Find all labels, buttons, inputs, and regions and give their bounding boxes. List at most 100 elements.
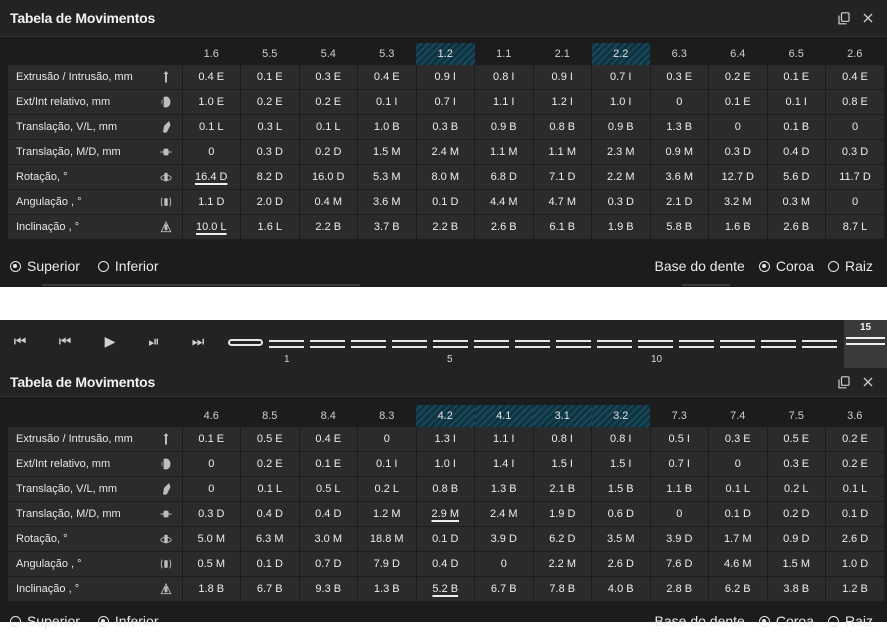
tooth-column-header[interactable]: 1.1: [475, 43, 534, 65]
radio-indicator[interactable]: [827, 615, 839, 627]
movement-value: 1.0 D: [825, 551, 884, 577]
radio-indicator[interactable]: [10, 615, 21, 627]
movement-value-text: 4.0 B: [607, 583, 634, 595]
movement-value-text: 1.2 B: [842, 583, 868, 595]
close-icon[interactable]: [861, 11, 875, 25]
movement-value-text: 5.6 D: [783, 171, 810, 183]
movement-row: Rotação, ° 5.0 M 6.3 M 3.0 M 18.8 M 0.1 D 3.9 …: [8, 526, 884, 552]
rotation-icon: [150, 526, 182, 552]
tooth-column-header[interactable]: 3.2: [591, 405, 650, 427]
tooth-column-header[interactable]: 3.1: [533, 405, 592, 427]
skip-to-end-icon[interactable]: ⏭: [188, 333, 208, 350]
movement-value: 3.9 D: [474, 526, 533, 552]
movement-value: 0.2 D: [298, 139, 358, 165]
tooth-column-header[interactable]: 4.2: [416, 405, 475, 427]
movement-value: 11.7 D: [825, 164, 884, 190]
tooth-column-header[interactable]: 8.4: [299, 405, 358, 427]
tooth-column-header[interactable]: 4.1: [474, 405, 533, 427]
movement-value: 0.7 I: [591, 65, 650, 90]
translation-md-icon: [150, 139, 182, 165]
movement-value: 0: [825, 189, 884, 215]
tooth-column-header[interactable]: 2.2: [591, 43, 650, 65]
radio-indicator[interactable]: [758, 260, 770, 272]
movement-value-text: 12.7 D: [721, 171, 754, 183]
movement-value: 1.3 B: [649, 114, 709, 140]
current-stage[interactable]: 15: [844, 320, 887, 368]
movement-value-text: 0.1 L: [725, 483, 750, 495]
movement-value: 0.2 E: [298, 89, 358, 115]
base-radio-raiz[interactable]: Raiz: [827, 258, 873, 274]
close-icon[interactable]: [861, 375, 875, 389]
copy-icon[interactable]: [837, 11, 851, 25]
tooth-header-row: 4.6 8.5 8.4 8.3 4.2 4.1 3.1 3.2 7.3 7.4 7.5 3.6: [8, 405, 884, 427]
movement-value: 0: [825, 114, 884, 140]
movement-label: Translação, V/L, mm: [8, 114, 150, 140]
radio-indicator[interactable]: [758, 615, 770, 627]
tooth-column-header[interactable]: 6.4: [709, 43, 768, 65]
arch-radio-inferior[interactable]: Inferior: [97, 258, 159, 274]
movement-value: 0.3 D: [240, 139, 299, 165]
timeline-step[interactable]: [679, 340, 714, 348]
tooth-column-header[interactable]: 6.5: [767, 43, 826, 65]
timeline-step[interactable]: [228, 339, 263, 346]
tooth-column-header[interactable]: 2.6: [826, 43, 885, 65]
copy-icon[interactable]: [837, 375, 851, 389]
stage-timeline: ⏮ ⏮ ▶ ⏯ ⏭ 1 5 10: [0, 320, 887, 369]
tooth-column-header[interactable]: 5.3: [358, 43, 417, 65]
timeline-step[interactable]: [392, 340, 427, 348]
tooth-column-header[interactable]: 8.3: [358, 405, 417, 427]
translation-vl-icon: [150, 114, 182, 140]
movement-value: 2.9 M: [415, 501, 475, 527]
timeline-step[interactable]: [433, 340, 468, 348]
movement-row: Inclinação , ° 1.8 B 6.7 B 9.3 B 1.3 B 5.2 B 6…: [8, 576, 884, 602]
tooth-column-header[interactable]: 4.6: [182, 405, 241, 427]
timeline-step[interactable]: [269, 340, 304, 348]
timeline-step[interactable]: [556, 340, 591, 348]
tooth-column-header[interactable]: 3.6: [826, 405, 885, 427]
arch-radio-superior[interactable]: Superior: [10, 258, 80, 274]
movement-value-text: 0.1 I: [376, 96, 398, 108]
arch-radio-inferior[interactable]: Inferior: [97, 613, 159, 629]
movement-value-text: 0.1 L: [316, 121, 341, 133]
tooth-column-header[interactable]: 1.2: [416, 43, 475, 65]
movement-value: 0.3 E: [766, 451, 826, 477]
skip-to-start-icon[interactable]: ⏮: [10, 333, 30, 350]
tooth-column-header[interactable]: 5.5: [241, 43, 300, 65]
tooth-column-header[interactable]: 6.3: [650, 43, 709, 65]
arch-radio-superior[interactable]: Superior: [10, 613, 80, 629]
tooth-column-header[interactable]: 7.3: [650, 405, 709, 427]
timeline-step[interactable]: [761, 340, 796, 348]
timeline-step[interactable]: [474, 340, 509, 348]
radio-label: Inferior: [114, 258, 159, 274]
timeline-step[interactable]: [638, 340, 673, 348]
tooth-column-header[interactable]: 5.4: [299, 43, 358, 65]
play-pause-icon[interactable]: ⏯: [144, 333, 164, 350]
tooth-column-header[interactable]: 7.4: [709, 405, 768, 427]
timeline-step[interactable]: [802, 340, 837, 348]
timeline-step[interactable]: [310, 340, 345, 348]
play-icon[interactable]: ▶: [100, 333, 120, 350]
movement-value-text: 1.1 B: [666, 483, 693, 495]
tooth-column-header[interactable]: 2.1: [533, 43, 592, 65]
movement-value: 0.4 E: [298, 427, 358, 452]
tooth-column-header[interactable]: 7.5: [767, 405, 826, 427]
timeline-step[interactable]: [720, 340, 755, 348]
movement-value-text: 0.5 L: [316, 483, 341, 495]
tooth-column-header[interactable]: 1.6: [182, 43, 241, 65]
radio-indicator[interactable]: [97, 260, 109, 272]
radio-indicator[interactable]: [10, 260, 21, 272]
movement-value-text: 6.2 D: [549, 533, 576, 545]
movement-value: 1.6 B: [708, 214, 767, 240]
radio-indicator[interactable]: [827, 260, 839, 272]
tooth-column-header[interactable]: 8.5: [241, 405, 300, 427]
movement-value-text: 6.8 D: [490, 171, 517, 183]
base-radio-coroa[interactable]: Coroa: [758, 613, 814, 629]
step-back-icon[interactable]: ⏮: [55, 333, 75, 350]
base-radio-coroa[interactable]: Coroa: [758, 258, 814, 274]
timeline-step[interactable]: [597, 340, 632, 348]
base-radio-raiz[interactable]: Raiz: [827, 613, 873, 629]
radio-indicator[interactable]: [97, 615, 109, 627]
timeline-step[interactable]: [351, 340, 386, 348]
movement-row: Translação, M/D, mm 0.3 D 0.4 D 0.4 D 1.2 M 2…: [8, 501, 884, 527]
timeline-step[interactable]: [515, 340, 550, 348]
